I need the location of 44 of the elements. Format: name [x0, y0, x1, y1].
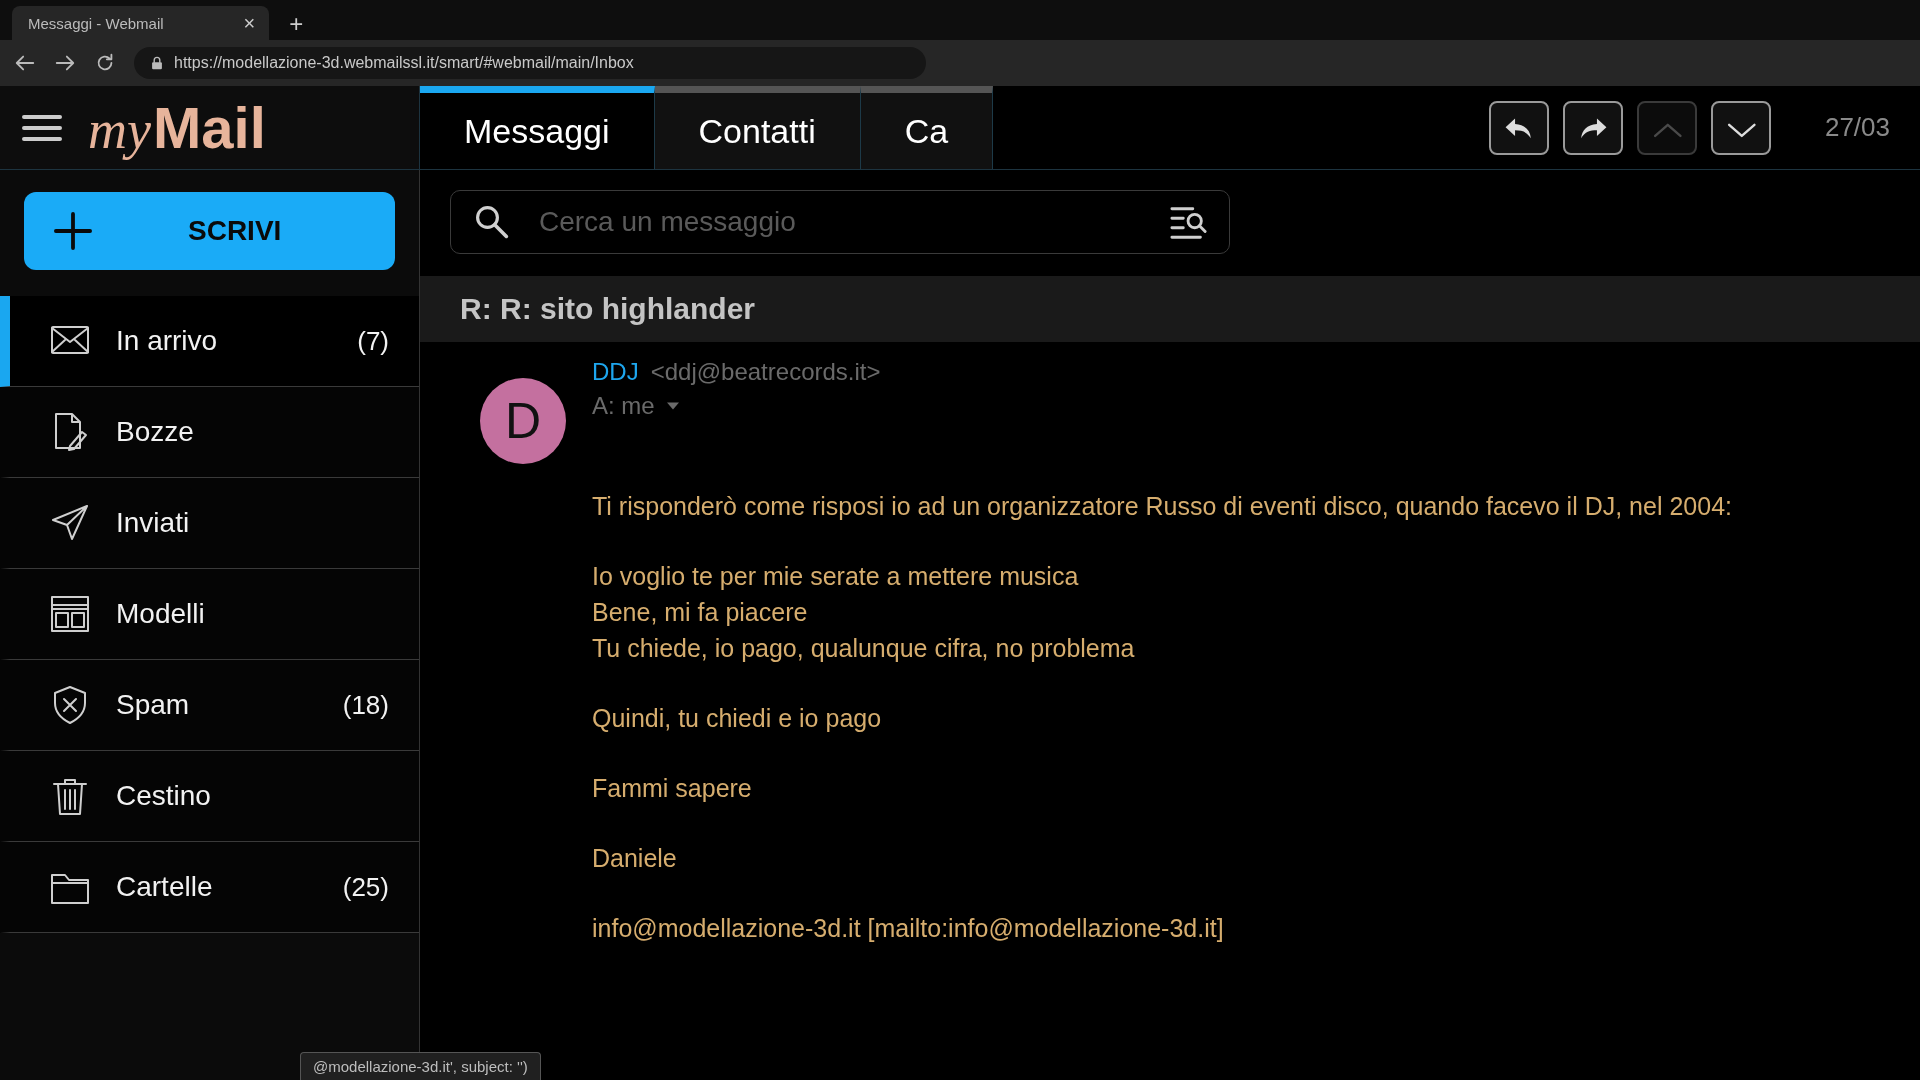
message-subject: R: R: sito highlander [420, 276, 1920, 342]
folder-item[interactable]: Inviati [0, 478, 419, 569]
message-paragraph: Quindi, tu chiedi e io pago [592, 703, 883, 734]
close-button[interactable]: × [243, 13, 256, 33]
sender-name[interactable]: DDJ [592, 358, 639, 386]
new-tab-button[interactable]: + [283, 12, 310, 40]
unread-count: (18) [342, 689, 389, 721]
date-text: 27/03 [1824, 112, 1890, 143]
message-paragraph: Fammi sapere [592, 773, 753, 804]
folder-item[interactable]: Bozze [0, 387, 419, 478]
plus-icon [54, 212, 92, 250]
caret-icon[interactable] [666, 402, 679, 410]
unread-count: (7) [357, 325, 389, 357]
status-url-tooltip: @modellazione-3d.it', subject: '') [300, 1052, 541, 1080]
menu-icon[interactable] [22, 112, 62, 143]
url-text: https://modellazione-3d.webmailssl.it/smart/#webmail/main/Inbox [174, 54, 634, 72]
trash-icon [50, 776, 90, 816]
search-icon [474, 204, 510, 240]
tab[interactable]: Messaggi [420, 86, 655, 169]
folder-item[interactable]: Cartelle (25) [0, 842, 419, 933]
reply-button[interactable] [1488, 100, 1549, 155]
sender-email: <ddj@beatrecords.it> [650, 358, 881, 386]
message-paragraph: Daniele [592, 843, 678, 874]
next-button[interactable] [1710, 100, 1771, 155]
compose-button[interactable]: SCRIVI [24, 192, 395, 270]
tab[interactable]: Ca [860, 86, 994, 169]
message-paragraph: info@modellazione-3d.it [mailto:info@modellazione-3d.it] [592, 913, 1225, 944]
browser-tab[interactable]: Messaggi - Webmail × [12, 6, 270, 40]
message-paragraph: Io voglio te per mie serate a mettere musica Bene, mi fa piacere Tu chiede, io pago, qualunque cifra, no problema [592, 561, 1136, 664]
lock-icon [150, 55, 164, 71]
folder-item[interactable]: In arrivo (7) [0, 296, 419, 387]
unread-count: (25) [342, 871, 389, 903]
message-paragraph: Ti risponderò come risposi io ad un organizzatore Russo di eventi disco, quando facevo il DJ, nel 2004: [592, 491, 1733, 522]
folder-item[interactable]: Spam (18) [0, 660, 419, 751]
avatar: D [480, 378, 566, 464]
url-field[interactable]: https://modellazione-3d.webmailssl.it/smart/#webmail/main/Inbox [134, 47, 926, 79]
layout-icon [50, 594, 90, 634]
search-field[interactable]: Cerca un messaggio [450, 190, 1230, 254]
forward-button[interactable] [1562, 100, 1623, 155]
folder-item[interactable]: Cestino [0, 751, 419, 842]
paper-plane-icon [50, 503, 90, 543]
recipient-text: A: me [592, 392, 655, 420]
folder-item[interactable]: Modelli [0, 569, 419, 660]
tab[interactable]: Contatti [654, 86, 861, 169]
